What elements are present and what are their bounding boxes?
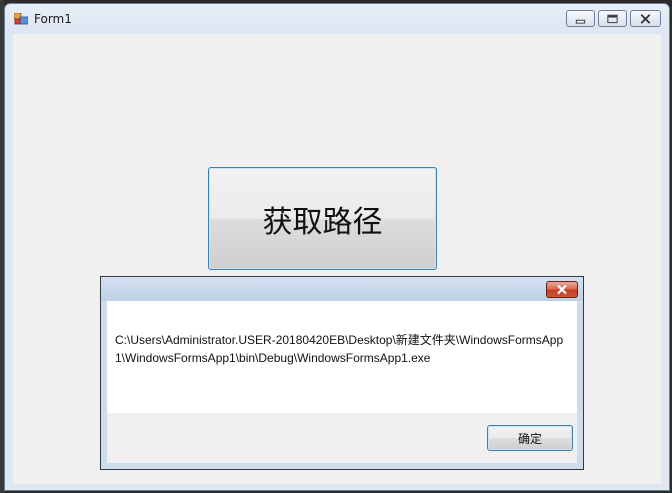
close-icon [557, 284, 567, 295]
caption-buttons [563, 10, 661, 28]
message-box-close-button[interactable] [546, 281, 578, 298]
maximize-icon [607, 14, 618, 24]
minimize-button[interactable] [566, 10, 595, 27]
message-box-content: C:\Users\Administrator.USER-20180420EB\D… [107, 301, 577, 413]
window-title: Form1 [34, 12, 72, 26]
message-box-dialog: C:\Users\Administrator.USER-20180420EB\D… [100, 276, 584, 470]
message-text: C:\Users\Administrator.USER-20180420EB\D… [115, 333, 564, 365]
get-path-button[interactable]: 获取路径 [208, 167, 437, 270]
close-button[interactable] [630, 10, 661, 27]
window-titlebar[interactable]: Form1 [5, 4, 669, 34]
maximize-button[interactable] [598, 10, 627, 27]
message-box-titlebar[interactable] [101, 277, 583, 301]
ok-button[interactable]: 确定 [487, 425, 573, 451]
winforms-app-icon [14, 13, 28, 25]
close-icon [640, 14, 651, 24]
message-box-footer: 确定 [107, 413, 577, 463]
minimize-icon [575, 19, 586, 24]
